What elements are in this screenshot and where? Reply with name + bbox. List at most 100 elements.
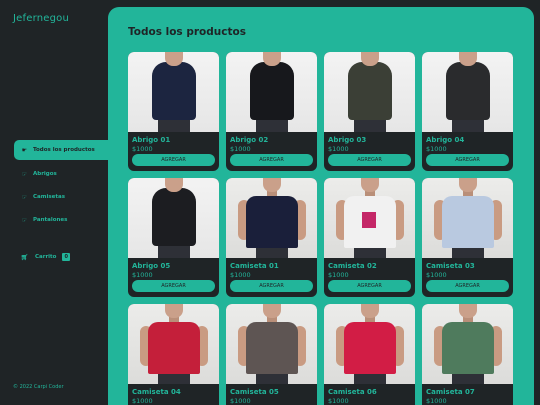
product-card: Abrigo 02 $1000 AGREGAR [226, 52, 317, 171]
product-photo [422, 178, 513, 258]
add-to-cart-button[interactable]: AGREGAR [132, 280, 215, 292]
tshirt-garment [246, 322, 298, 374]
main-content: Todos los productos Abrigo 01 $1000 AGREGA… [108, 7, 534, 405]
nav-item-label: Camisetas [33, 194, 65, 200]
model-head [459, 304, 477, 318]
jacket-garment [250, 62, 294, 120]
add-to-cart-button[interactable]: AGREGAR [230, 280, 313, 292]
product-card: Camiseta 06$1000AGREGAR [324, 304, 415, 405]
nav-item-label: Pantalones [33, 217, 68, 223]
product-price: $1000 [426, 271, 447, 279]
cart-button[interactable]: 🛒︎ Carrito 0 [20, 253, 70, 261]
product-name: Camiseta 05 [230, 388, 279, 396]
jacket-garment [152, 62, 196, 120]
product-photo [226, 178, 317, 258]
product-name: Abrigo 05 [132, 262, 171, 270]
tshirt-garment [148, 322, 200, 374]
product-price: $1000 [328, 397, 349, 405]
product-price: $1000 [328, 145, 349, 153]
model-head [459, 52, 477, 66]
hand-pointer-icon: ☞ [21, 193, 28, 201]
product-name: Camiseta 01 [230, 262, 279, 270]
tshirt-garment [442, 322, 494, 374]
sidebar: Jefernegou ☛ Todos los productos ☞ Abrig… [0, 0, 108, 405]
product-name: Abrigo 01 [132, 136, 171, 144]
nav-item-label: Abrigos [33, 171, 57, 177]
nav-item-camisetas[interactable]: ☞ Camisetas [14, 187, 108, 207]
jacket-garment [152, 188, 196, 246]
product-photo [128, 178, 219, 258]
product-photo [422, 304, 513, 384]
product-photo [128, 304, 219, 384]
product-photo [324, 52, 415, 132]
cart-count-badge: 0 [62, 253, 70, 261]
product-card: Camiseta 01 $1000 AGREGAR [226, 178, 317, 297]
product-price: $1000 [328, 271, 349, 279]
product-price: $1000 [426, 145, 447, 153]
nav-item-abrigos[interactable]: ☞ Abrigos [14, 164, 108, 184]
tshirt-garment [246, 196, 298, 248]
jacket-garment [446, 62, 490, 120]
add-to-cart-button[interactable]: AGREGAR [328, 280, 411, 292]
model-head [165, 52, 183, 66]
product-photo [226, 304, 317, 384]
product-card: Abrigo 03 $1000 AGREGAR [324, 52, 415, 171]
tshirt-garment [442, 196, 494, 248]
add-to-cart-button[interactable]: AGREGAR [132, 154, 215, 166]
hand-pointer-icon: ☞ [21, 216, 28, 224]
nav-item-todos[interactable]: ☛ Todos los productos [14, 140, 108, 160]
model-head [263, 178, 281, 192]
model-head [361, 178, 379, 192]
add-to-cart-button[interactable]: AGREGAR [426, 154, 509, 166]
model-legs [354, 118, 386, 132]
model-legs [256, 118, 288, 132]
product-photo [128, 52, 219, 132]
brand-logo[interactable]: Jefernegou [13, 13, 69, 24]
model-head [361, 52, 379, 66]
product-price: $1000 [132, 271, 153, 279]
product-card: Camiseta 05$1000AGREGAR [226, 304, 317, 405]
product-price: $1000 [230, 397, 251, 405]
add-to-cart-button[interactable]: AGREGAR [328, 154, 411, 166]
shirt-print [362, 212, 376, 228]
product-name: Camiseta 02 [328, 262, 377, 270]
nav-item-pantalones[interactable]: ☞ Pantalones [14, 210, 108, 230]
product-photo [324, 178, 415, 258]
product-grid: Abrigo 01 $1000 AGREGAR Abrigo 02 $1000 AGREG… [128, 52, 513, 405]
model-head [361, 304, 379, 318]
product-price: $1000 [132, 145, 153, 153]
model-legs [158, 118, 190, 132]
product-price: $1000 [426, 397, 447, 405]
model-head [263, 52, 281, 66]
product-photo [422, 52, 513, 132]
product-photo [324, 304, 415, 384]
model-head [459, 178, 477, 192]
product-card: Camiseta 07$1000AGREGAR [422, 304, 513, 405]
add-to-cart-button[interactable]: AGREGAR [426, 280, 509, 292]
product-name: Abrigo 04 [426, 136, 465, 144]
model-head [165, 304, 183, 318]
product-price: $1000 [230, 271, 251, 279]
product-name: Camiseta 06 [328, 388, 377, 396]
model-head [263, 304, 281, 318]
product-card: Camiseta 03 $1000 AGREGAR [422, 178, 513, 297]
product-price: $1000 [230, 145, 251, 153]
product-photo [226, 52, 317, 132]
model-head [165, 178, 183, 192]
product-name: Camiseta 04 [132, 388, 181, 396]
product-card: Abrigo 05 $1000 AGREGAR [128, 178, 219, 297]
product-card: Abrigo 04 $1000 AGREGAR [422, 52, 513, 171]
model-legs [452, 118, 484, 132]
product-name: Abrigo 02 [230, 136, 269, 144]
product-name: Abrigo 03 [328, 136, 367, 144]
jacket-garment [348, 62, 392, 120]
product-card: Camiseta 04$1000AGREGAR [128, 304, 219, 405]
model-legs [158, 244, 190, 258]
add-to-cart-button[interactable]: AGREGAR [230, 154, 313, 166]
hand-pointer-icon: ☞ [21, 170, 28, 178]
cart-icon: 🛒︎ [20, 253, 29, 261]
footer-copyright: © 2022 Carpi Coder [13, 384, 64, 390]
product-name: Camiseta 07 [426, 388, 475, 396]
product-card: Abrigo 01 $1000 AGREGAR [128, 52, 219, 171]
category-nav: ☛ Todos los productos ☞ Abrigos ☞ Camise… [0, 140, 108, 230]
